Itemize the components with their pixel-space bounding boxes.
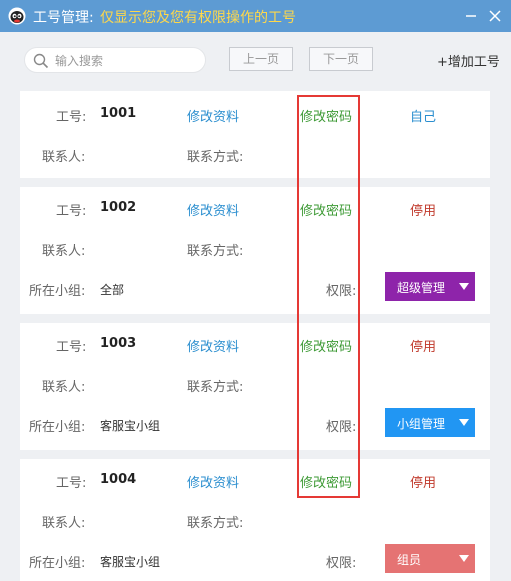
- role-value: 小组管理: [397, 417, 446, 431]
- close-icon[interactable]: [487, 8, 503, 24]
- account-id: 1004: [100, 472, 137, 487]
- window-title: 工号管理:: [33, 10, 94, 26]
- minimize-icon[interactable]: [463, 8, 479, 24]
- group-label: 所在小组:: [29, 284, 86, 299]
- chevron-down-icon: [459, 555, 469, 562]
- search-box[interactable]: [24, 47, 206, 73]
- search-icon: [33, 53, 49, 69]
- title-bar: 工号管理: 仅显示您及您有权限操作的工号: [0, 0, 511, 32]
- permission-label: 权限:: [326, 284, 357, 299]
- id-label: 工号:: [56, 110, 87, 125]
- toolbar: 上一页 下一页 +增加工号: [0, 32, 511, 88]
- id-label: 工号:: [56, 340, 87, 355]
- group-label: 所在小组:: [29, 556, 86, 571]
- contact-method-label: 联系方式:: [187, 150, 244, 165]
- account-id: 1002: [100, 200, 137, 215]
- change-password-link[interactable]: 修改密码: [300, 200, 352, 219]
- app-logo-icon: [8, 7, 26, 25]
- account-id: 1003: [100, 336, 137, 351]
- role-dropdown[interactable]: 小组管理: [385, 408, 475, 437]
- account-list: 工号: 1001 修改资料 修改密码 自己 联系人: 联系方式: 工号: 100…: [0, 88, 511, 581]
- contact-method-label: 联系方式:: [187, 244, 244, 259]
- disable-account-link[interactable]: 停用: [410, 200, 436, 219]
- group-value: 全部: [100, 283, 125, 297]
- account-card: 工号: 1001 修改资料 修改密码 自己 联系人: 联系方式:: [20, 91, 490, 178]
- disable-account-link[interactable]: 停用: [410, 472, 436, 491]
- account-status[interactable]: 自己: [410, 106, 436, 125]
- role-value: 组员: [397, 553, 422, 567]
- chevron-down-icon: [459, 283, 469, 290]
- change-password-link[interactable]: 修改密码: [300, 336, 352, 355]
- edit-profile-link[interactable]: 修改资料: [187, 106, 239, 125]
- role-dropdown[interactable]: 组员: [385, 544, 475, 573]
- account-id: 1001: [100, 106, 137, 121]
- group-label: 所在小组:: [29, 420, 86, 435]
- permission-label: 权限:: [326, 556, 357, 571]
- account-card: 工号: 1003 修改资料 修改密码 停用 联系人: 联系方式: 所在小组: 客…: [20, 323, 490, 450]
- contact-method-label: 联系方式:: [187, 516, 244, 531]
- add-account-button[interactable]: +增加工号: [437, 51, 500, 70]
- contact-person-label: 联系人:: [42, 244, 86, 259]
- chevron-down-icon: [459, 419, 469, 426]
- account-card: 工号: 1004 修改资料 修改密码 停用 联系人: 联系方式: 所在小组: 客…: [20, 459, 490, 581]
- edit-profile-link[interactable]: 修改资料: [187, 472, 239, 491]
- search-input[interactable]: [55, 52, 200, 69]
- change-password-link[interactable]: 修改密码: [300, 472, 352, 491]
- contact-person-label: 联系人:: [42, 516, 86, 531]
- prev-page-button[interactable]: 上一页: [229, 47, 293, 71]
- id-label: 工号:: [56, 204, 87, 219]
- id-label: 工号:: [56, 476, 87, 491]
- edit-profile-link[interactable]: 修改资料: [187, 336, 239, 355]
- contact-person-label: 联系人:: [42, 380, 86, 395]
- contact-person-label: 联系人:: [42, 150, 86, 165]
- change-password-link[interactable]: 修改密码: [300, 106, 352, 125]
- window-subtitle: 仅显示您及您有权限操作的工号: [100, 10, 296, 26]
- group-value: 客服宝小组: [100, 419, 161, 433]
- edit-profile-link[interactable]: 修改资料: [187, 200, 239, 219]
- disable-account-link[interactable]: 停用: [410, 336, 436, 355]
- role-value: 超级管理: [397, 281, 446, 295]
- contact-method-label: 联系方式:: [187, 380, 244, 395]
- group-value: 客服宝小组: [100, 555, 161, 569]
- next-page-button[interactable]: 下一页: [309, 47, 373, 71]
- permission-label: 权限:: [326, 420, 357, 435]
- account-card: 工号: 1002 修改资料 修改密码 停用 联系人: 联系方式: 所在小组: 全…: [20, 187, 490, 314]
- role-dropdown[interactable]: 超级管理: [385, 272, 475, 301]
